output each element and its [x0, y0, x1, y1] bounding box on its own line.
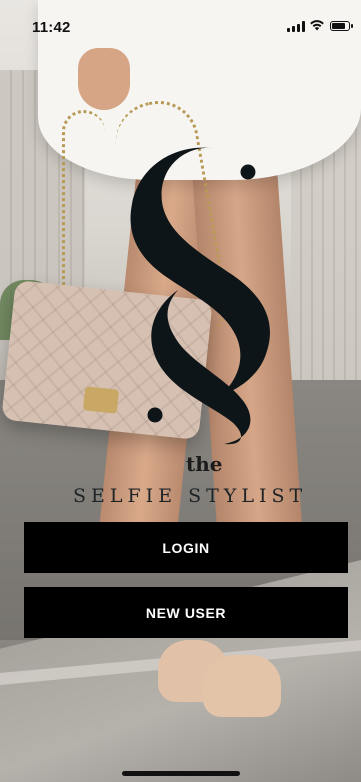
bag-chain-left: [62, 110, 105, 303]
login-button[interactable]: LOGIN: [24, 522, 348, 573]
wifi-icon: [310, 20, 324, 31]
cellular-signal-icon: [287, 21, 305, 32]
status-bar: 11:42: [0, 0, 361, 48]
welcome-screen: 11:42 the SELFIE STYLIST LOGIN NEW USER: [0, 0, 361, 782]
battery-icon: [330, 21, 353, 31]
new-user-button[interactable]: NEW USER: [24, 587, 348, 638]
section-sign-logo-icon: [130, 147, 270, 445]
sandal-right: [203, 655, 281, 717]
battery-level: [332, 23, 345, 29]
home-indicator[interactable]: [122, 771, 240, 776]
model-hand: [78, 48, 130, 110]
status-time: 11:42: [32, 19, 71, 36]
logo-the: the: [186, 452, 223, 476]
logo-name: SELFIE STYLIST: [73, 485, 308, 507]
handbag-clasp: [82, 386, 120, 414]
